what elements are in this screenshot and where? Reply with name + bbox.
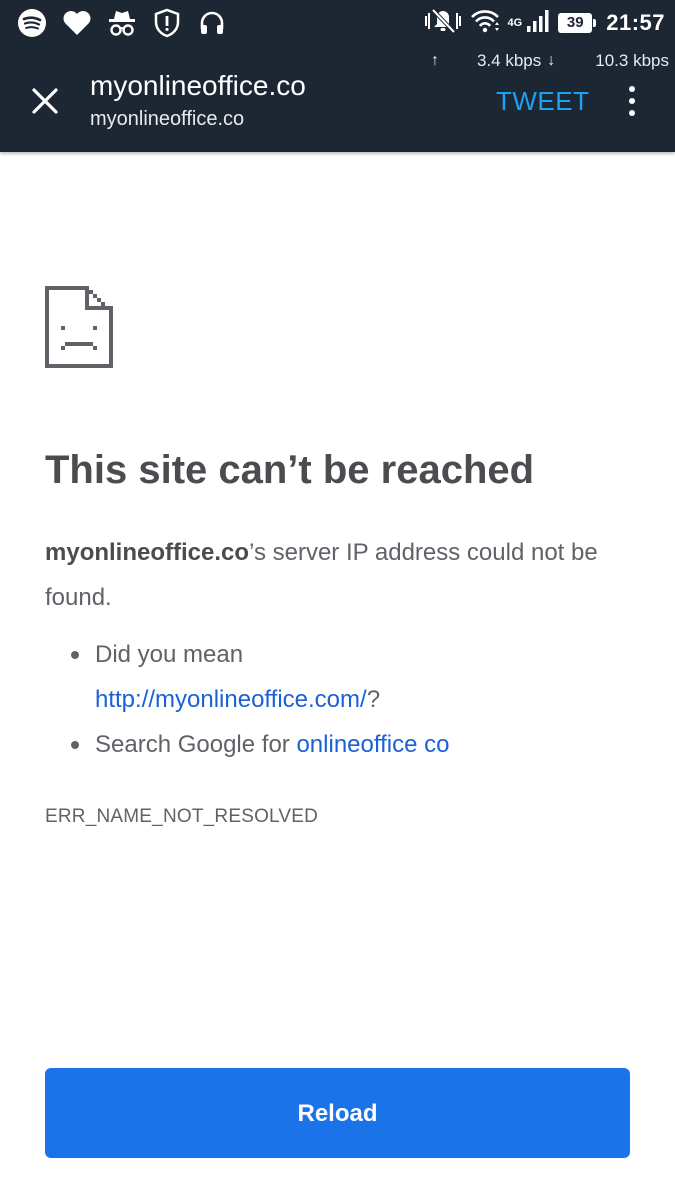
wifi-icon <box>470 8 500 39</box>
headphones-icon <box>196 6 228 40</box>
upload-speed: 3.4 kbps <box>477 51 542 70</box>
close-button[interactable] <box>28 84 62 118</box>
error-code: ERR_NAME_NOT_RESOLVED <box>45 806 319 827</box>
download-speed: 10.3 kbps <box>595 51 669 70</box>
status-bar: 4G 39 21:57 <box>0 0 675 48</box>
status-clock: 21:57 <box>606 10 665 35</box>
download-arrow-icon: ↓ <box>547 52 556 69</box>
suggestion-did-you-mean: Did you mean http://myonlineoffice.com/? <box>71 632 635 722</box>
incognito-icon <box>106 6 138 40</box>
page-title: myonlineoffice.co <box>90 70 306 101</box>
suggestion-search-google: Search Google for onlineoffice co <box>71 722 635 767</box>
suggestions-list: Did you mean http://myonlineoffice.com/?… <box>71 632 635 767</box>
search-google-link[interactable]: onlineoffice co <box>296 731 449 758</box>
signal-icon <box>526 9 550 38</box>
battery-icon: 39 <box>558 13 597 33</box>
system-icons: 4G 39 21:57 <box>424 6 665 40</box>
upload-arrow-icon: ↑ <box>431 52 439 69</box>
network-type: 4G <box>507 17 523 29</box>
mute-icon <box>424 8 462 39</box>
tweet-button[interactable]: TWEET <box>496 86 590 117</box>
sad-document-icon <box>45 286 113 373</box>
reload-button[interactable]: Reload <box>45 1068 630 1158</box>
heart-icon <box>61 6 93 40</box>
battery-level: 39 <box>566 14 584 31</box>
close-icon <box>32 88 58 114</box>
error-description: myonlineoffice.co’s server IP address co… <box>45 530 630 620</box>
suggested-url-link[interactable]: http://myonlineoffice.com/ <box>95 686 367 713</box>
did-you-mean-suffix: ? <box>366 686 381 713</box>
did-you-mean-label: Did you mean <box>95 641 244 668</box>
search-google-label: Search Google for <box>95 731 297 758</box>
spotify-icon <box>16 6 48 40</box>
network-speed-meter: ↑ 3.4 kbps ↓ 10.3 kbps <box>425 48 669 74</box>
notification-icons <box>16 6 228 40</box>
shield-alert-icon <box>151 6 183 40</box>
more-options-button[interactable] <box>619 84 645 118</box>
custom-tab-toolbar: ↑ 3.4 kbps ↓ 10.3 kbps myonlineoffice.co… <box>0 48 675 152</box>
page-url: myonlineoffice.co <box>90 108 245 130</box>
error-host: myonlineoffice.co <box>45 539 250 566</box>
error-title: This site can’t be reached <box>45 448 535 492</box>
more-vert-icon <box>629 86 635 92</box>
